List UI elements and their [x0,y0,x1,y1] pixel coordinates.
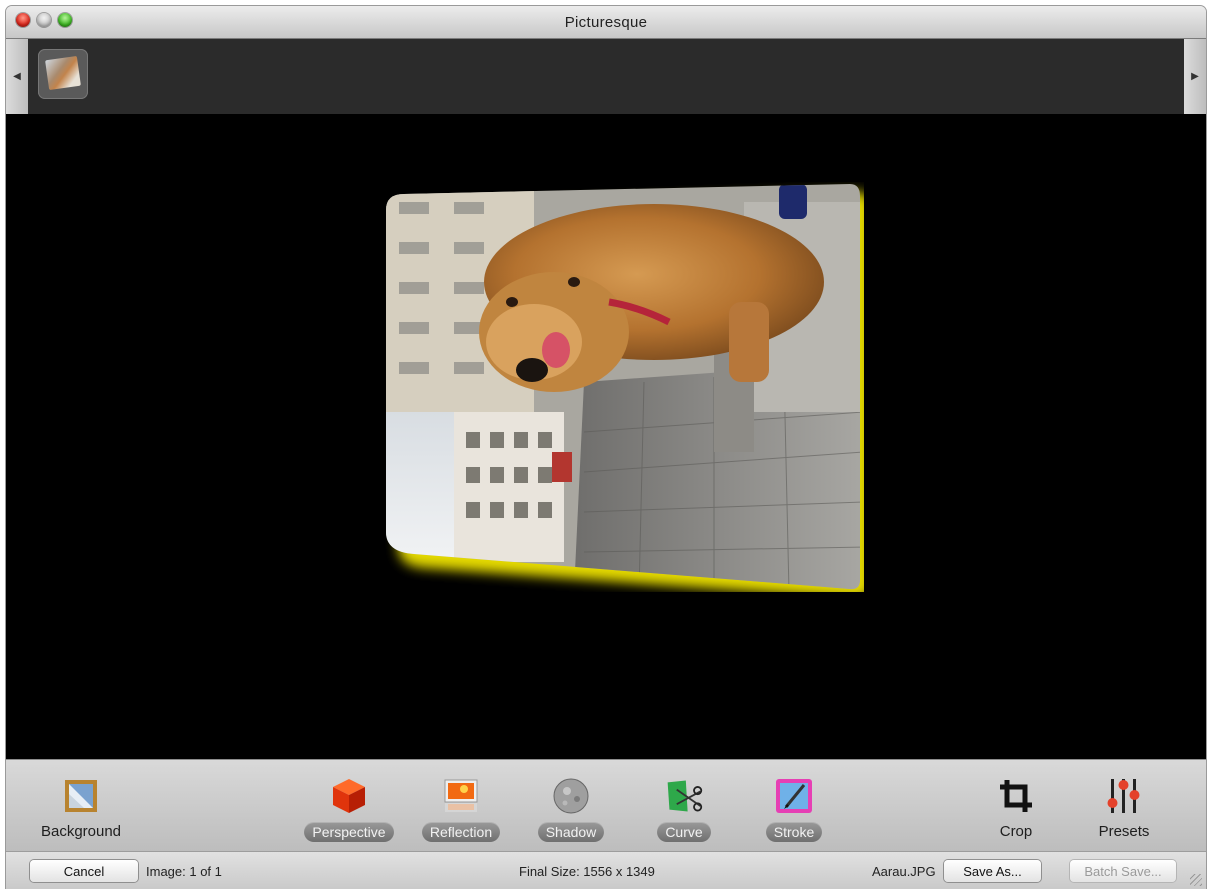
save-as-button-label: Save As... [963,863,1022,879]
resize-grip-icon[interactable] [1190,874,1202,886]
app-window: Picturesque ◀ ▶ Background Perspective R… [6,6,1206,889]
thumbnail-image [45,55,81,91]
batch-save-button-label: Batch Save... [1084,863,1162,879]
save-as-button[interactable]: Save As... [944,860,1041,882]
cancel-button-label: Cancel [63,863,105,879]
curve-label: Curve [657,822,711,842]
image-count: Image: 1 of 1 [146,864,222,879]
status-bar: Cancel Image: 1 of 1 Final Size: 1556 x … [6,851,1206,889]
curve-tool[interactable]: Curve [634,760,734,851]
presets-label: Presets [1098,823,1150,840]
title-bar[interactable]: Picturesque [6,6,1206,39]
reflection-tool[interactable]: Reflection [411,760,511,851]
cancel-button[interactable]: Cancel [30,860,138,882]
cube-icon [329,776,369,816]
reflection-icon [441,776,481,816]
crop-icon [996,776,1036,816]
presets-tool[interactable]: Presets [1074,760,1174,851]
shadow-tool[interactable]: Shadow [521,760,621,851]
filmstrip-next-button[interactable]: ▶ [1184,39,1206,114]
crop-tool[interactable]: Crop [966,760,1066,851]
stroke-tool[interactable]: Stroke [744,760,844,851]
batch-save-button[interactable]: Batch Save... [1070,860,1176,882]
background-icon [61,776,101,816]
sliders-icon [1104,776,1144,816]
window-title: Picturesque [564,14,648,31]
scissors-icon [664,776,704,816]
triangle-right-icon: ▶ [1191,71,1199,82]
shadow-label: Shadow [537,822,605,842]
crop-label: Crop [999,823,1033,840]
perspective-tool[interactable]: Perspective [294,760,404,851]
filename: Aarau.JPG [872,864,936,879]
image-thumbnail[interactable] [38,49,88,99]
background-tool[interactable]: Background [26,760,136,851]
background-label: Background [40,823,122,840]
perspective-label: Perspective [304,822,394,842]
moon-icon [551,776,591,816]
dog-photo-preview [386,184,872,600]
effects-toolbar: Background Perspective Reflection Shadow… [6,759,1206,851]
stroke-icon [774,776,814,816]
filmstrip-prev-button[interactable]: ◀ [6,39,28,114]
reflection-label: Reflection [421,822,501,842]
filmstrip: ◀ ▶ [6,39,1206,114]
final-size: Final Size: 1556 x 1349 [519,864,655,879]
triangle-left-icon: ◀ [13,71,21,82]
stroke-label: Stroke [765,822,823,842]
preview-canvas [6,114,1206,759]
preview-photo[interactable] [384,182,872,600]
